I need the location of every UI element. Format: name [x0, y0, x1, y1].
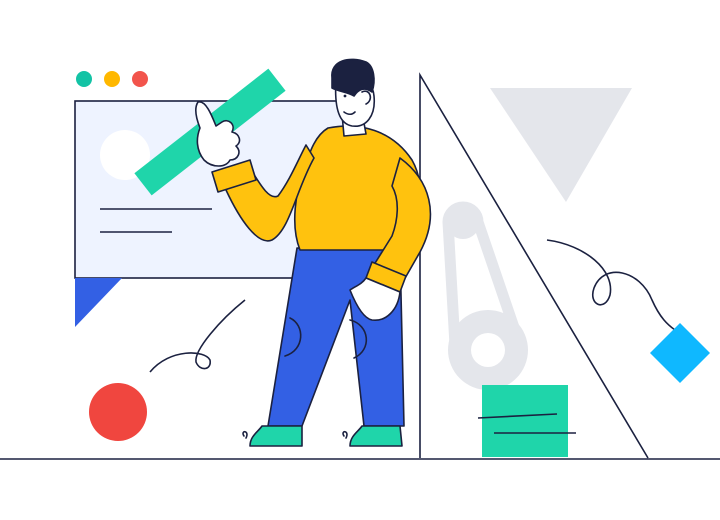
shoe-right: [349, 425, 403, 447]
window-dots-icon: [76, 71, 148, 87]
blue-diamond-shape: [650, 323, 710, 383]
dot-coral: [132, 71, 148, 87]
board-speech-tail: [75, 278, 122, 327]
red-circle-shape: [89, 383, 147, 441]
shoe-left-lace: [242, 430, 248, 439]
shoe-right-lace: [342, 430, 348, 439]
mint-box: [477, 385, 576, 457]
swirl-line-right: [546, 239, 676, 331]
illustration-scene: [0, 58, 720, 460]
small-pulley: [446, 205, 480, 239]
shoe-left: [249, 425, 303, 447]
dot-teal: [76, 71, 92, 87]
eye: [343, 94, 347, 98]
swirl-line-left: [149, 299, 246, 373]
dot-orange: [104, 71, 120, 87]
gray-triangle-shape: [490, 88, 632, 202]
big-pulley-hole: [471, 333, 505, 367]
mint-box-body: [482, 385, 568, 457]
gear-belt-icon: [442, 201, 528, 390]
